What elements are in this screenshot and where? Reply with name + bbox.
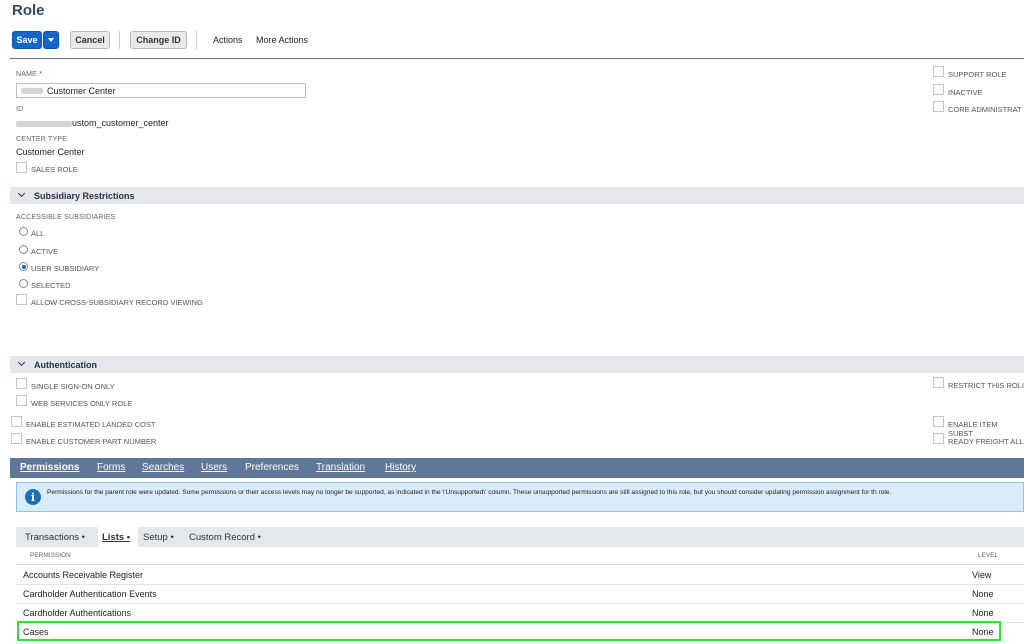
support-role-label: SUPPORT ROLE bbox=[948, 70, 1007, 79]
actions-menu[interactable]: Actions bbox=[213, 35, 243, 45]
restrict-role-label: RESTRICT THIS ROLI bbox=[948, 381, 1024, 390]
cross-subsidiary-checkbox[interactable] bbox=[16, 294, 27, 305]
cross-subsidiary-label: ALLOW CROSS-SUBSIDIARY RECORD VIEWING bbox=[31, 298, 203, 307]
row-divider bbox=[16, 603, 1024, 604]
table-header-divider bbox=[16, 564, 1024, 565]
customer-part-label: ENABLE CUSTOMER PART NUMBER bbox=[26, 437, 157, 446]
tab-preferences[interactable]: Preferences bbox=[245, 462, 299, 473]
page-title: Role bbox=[12, 2, 45, 19]
more-actions-menu[interactable]: More Actions bbox=[256, 35, 308, 45]
accessible-subsidiaries-label: ACCESSIBLE SUBSIDIARIES bbox=[16, 214, 116, 221]
radio-user-subsidiary[interactable] bbox=[19, 262, 28, 271]
radio-selected[interactable] bbox=[19, 279, 28, 288]
change-id-button[interactable]: Change ID bbox=[130, 31, 187, 49]
table-row-level[interactable]: View bbox=[972, 570, 991, 580]
tab-forms[interactable]: Forms bbox=[97, 462, 125, 473]
tab-permissions[interactable]: Permissions bbox=[20, 462, 79, 473]
sso-checkbox[interactable] bbox=[16, 378, 27, 389]
sso-label: SINGLE SIGN-ON ONLY bbox=[31, 382, 115, 391]
subtab-lists[interactable]: Lists • bbox=[102, 532, 130, 543]
radio-all[interactable] bbox=[19, 227, 28, 236]
sales-role-label: SALES ROLE bbox=[31, 165, 78, 174]
tab-history[interactable]: History bbox=[385, 462, 416, 473]
center-type-value: Customer Center bbox=[16, 147, 85, 157]
column-header-permission[interactable]: PERMISSION bbox=[30, 552, 71, 559]
landed-cost-label: ENABLE ESTIMATED LANDED COST bbox=[26, 420, 156, 429]
customer-part-checkbox[interactable] bbox=[11, 433, 22, 444]
column-header-level[interactable]: LEVEL bbox=[978, 552, 998, 559]
tab-translation[interactable]: Translation bbox=[316, 462, 365, 473]
toolbar-separator bbox=[196, 31, 197, 49]
support-role-checkbox[interactable] bbox=[933, 66, 944, 77]
ready-freight-label: READY FREIGHT ALL bbox=[948, 437, 1024, 446]
table-row-level[interactable]: None bbox=[972, 627, 994, 637]
info-notice: i Permissions for the parent role were u… bbox=[16, 482, 1024, 512]
inactive-checkbox[interactable] bbox=[933, 84, 944, 95]
cancel-button[interactable]: Cancel bbox=[70, 31, 110, 49]
core-admin-label: CORE ADMINISTRAT bbox=[948, 105, 1022, 114]
web-services-checkbox[interactable] bbox=[16, 395, 27, 406]
save-button[interactable]: Save bbox=[12, 31, 42, 49]
name-label: NAME * bbox=[16, 71, 43, 78]
highlighted-row-outline bbox=[17, 621, 1001, 641]
radio-active-label: ACTIVE bbox=[31, 247, 59, 256]
item-subst-checkbox[interactable] bbox=[933, 416, 944, 427]
table-row-level[interactable]: None bbox=[972, 589, 994, 599]
table-row-level[interactable]: None bbox=[972, 608, 994, 618]
name-input[interactable]: Customer Center bbox=[16, 83, 306, 98]
item-subst-label: ENABLE ITEM SUBST bbox=[948, 420, 998, 438]
chevron-down-icon bbox=[18, 361, 26, 369]
info-icon: i bbox=[25, 489, 41, 505]
table-row-permission[interactable]: Cases bbox=[23, 627, 49, 637]
table-row-permission[interactable]: Cardholder Authentications bbox=[23, 608, 131, 618]
subtab-transactions[interactable]: Transactions • bbox=[25, 532, 85, 543]
landed-cost-checkbox[interactable] bbox=[11, 416, 22, 427]
tab-users[interactable]: Users bbox=[201, 462, 227, 473]
chevron-down-icon bbox=[18, 192, 26, 200]
header-divider bbox=[10, 58, 1024, 59]
save-dropdown-button[interactable] bbox=[43, 31, 59, 49]
center-type-label: CENTER TYPE bbox=[16, 136, 68, 143]
radio-all-label: ALL bbox=[31, 229, 45, 238]
sales-role-checkbox[interactable] bbox=[16, 162, 27, 173]
tab-searches[interactable]: Searches bbox=[142, 462, 184, 473]
subtab-setup[interactable]: Setup • bbox=[143, 532, 174, 543]
redacted-text bbox=[16, 120, 72, 127]
id-value: ustom_customer_center bbox=[16, 118, 169, 128]
redacted-text bbox=[21, 87, 43, 94]
inactive-label: INACTIVE bbox=[948, 88, 983, 97]
restrict-role-checkbox[interactable] bbox=[933, 377, 944, 388]
ready-freight-checkbox[interactable] bbox=[933, 433, 944, 444]
row-divider bbox=[16, 584, 1024, 585]
web-services-label: WEB SERVICES ONLY ROLE bbox=[31, 399, 133, 408]
table-row-permission[interactable]: Cardholder Authentication Events bbox=[23, 589, 157, 599]
subsidiary-section-header[interactable]: Subsidiary Restrictions bbox=[10, 187, 1024, 204]
toolbar-separator bbox=[119, 31, 120, 49]
authentication-section-header[interactable]: Authentication bbox=[10, 356, 1024, 373]
subtab-custom-record[interactable]: Custom Record • bbox=[189, 532, 261, 543]
radio-selected-label: SELECTED bbox=[31, 281, 71, 290]
radio-active[interactable] bbox=[19, 245, 28, 254]
id-label: ID bbox=[16, 106, 24, 113]
caret-down-icon bbox=[48, 38, 54, 42]
core-admin-checkbox[interactable] bbox=[933, 101, 944, 112]
notice-text: Permissions for the parent role were upd… bbox=[47, 489, 892, 496]
table-row-permission[interactable]: Accounts Receivable Register bbox=[23, 570, 143, 580]
radio-user-subsidiary-label: USER SUBSIDIARY bbox=[31, 264, 100, 273]
